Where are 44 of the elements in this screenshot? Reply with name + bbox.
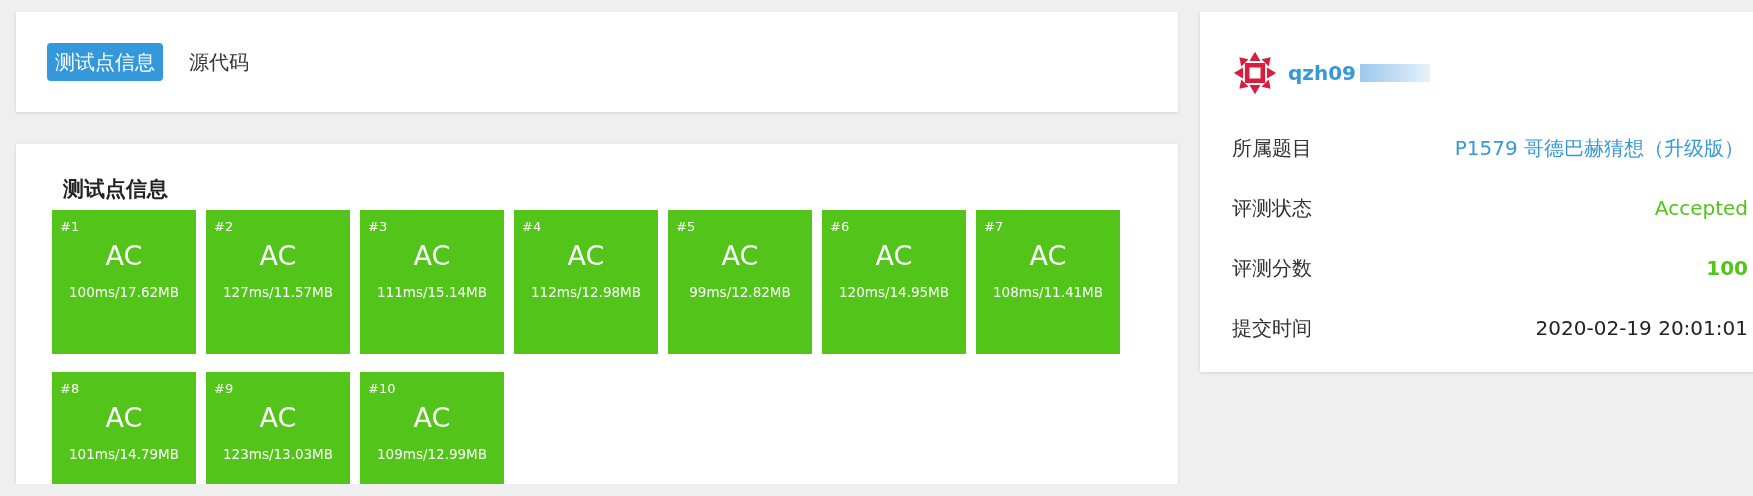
testcase-status: AC bbox=[875, 239, 913, 273]
testcase-number: #2 bbox=[213, 218, 234, 236]
testcase-status: AC bbox=[413, 239, 451, 273]
detail-label: 评测分数 bbox=[1232, 254, 1312, 282]
testcase-status: AC bbox=[259, 401, 297, 435]
testcase-status: AC bbox=[413, 401, 451, 435]
problem-link[interactable]: P1579 哥德巴赫猜想（升级版） bbox=[1454, 134, 1744, 162]
testcase-status: AC bbox=[105, 239, 143, 273]
testcase-number: #10 bbox=[367, 380, 396, 398]
section-title: 测试点信息 bbox=[63, 176, 169, 202]
testcase-usage: 100ms/17.62MB bbox=[68, 283, 180, 302]
testcase-status: AC bbox=[1029, 239, 1067, 273]
testcase-number: #4 bbox=[521, 218, 542, 236]
detail-value: Accepted bbox=[1654, 196, 1748, 220]
testcase-status: AC bbox=[105, 401, 143, 435]
testcase-usage: 111ms/15.14MB bbox=[376, 283, 488, 302]
testcase-number: #3 bbox=[367, 218, 388, 236]
testcase-number: #7 bbox=[983, 218, 1004, 236]
detail-label: 评测状态 bbox=[1232, 194, 1312, 222]
redaction-blur bbox=[1360, 64, 1431, 82]
testcase-number: #9 bbox=[213, 380, 234, 398]
detail-value: 2020-02-19 20:01:01 bbox=[1535, 316, 1748, 340]
testcase-status: AC bbox=[567, 239, 605, 273]
testcase-status: AC bbox=[259, 239, 297, 273]
testcase-usage: 101ms/14.79MB bbox=[68, 445, 180, 464]
detail-label: 所属题目 bbox=[1232, 134, 1312, 162]
detail-value: 100 bbox=[1706, 256, 1748, 280]
testcase-usage: 99ms/12.82MB bbox=[689, 283, 791, 302]
detail-label: 提交时间 bbox=[1232, 314, 1312, 342]
tab[interactable]: 源代码 bbox=[181, 43, 257, 81]
username-link[interactable]: qzh09 bbox=[1288, 61, 1357, 85]
testcase-usage: 108ms/11.41MB bbox=[992, 283, 1104, 302]
testcase-usage: 127ms/11.57MB bbox=[222, 283, 334, 302]
testcase-number: #1 bbox=[59, 218, 80, 236]
testcase-usage: 120ms/14.95MB bbox=[838, 283, 950, 302]
testcase-number: #6 bbox=[829, 218, 850, 236]
avatar-icon bbox=[1232, 50, 1278, 96]
testcase-number: #5 bbox=[675, 218, 696, 236]
tab[interactable]: 测试点信息 bbox=[47, 43, 163, 81]
testcase-number: #8 bbox=[59, 380, 80, 398]
testcase-usage: 109ms/12.99MB bbox=[376, 445, 488, 464]
testcase-usage: 123ms/13.03MB bbox=[222, 445, 334, 464]
testcase-usage: 112ms/12.98MB bbox=[530, 283, 642, 302]
testcase-status: AC bbox=[721, 239, 759, 273]
